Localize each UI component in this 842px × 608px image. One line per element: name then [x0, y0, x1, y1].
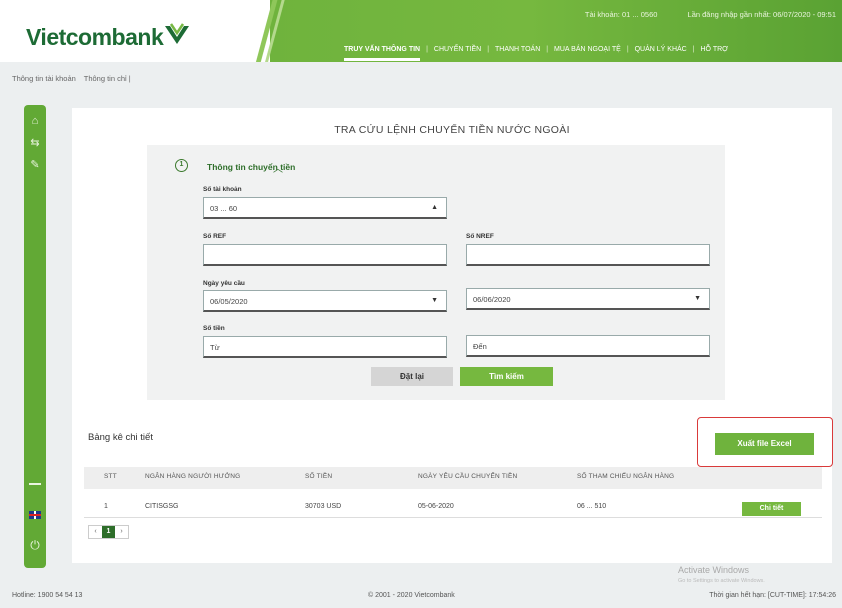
collapse-icon[interactable] [29, 483, 41, 485]
copyright: © 2001 - 2020 Vietcombank [368, 592, 455, 599]
ref-input[interactable] [203, 244, 447, 266]
caret-down-icon: ▼ [694, 295, 701, 302]
account-label: Số tài khoản [203, 186, 242, 193]
cell-date: 05-06-2020 [418, 503, 454, 510]
nav-mua-ban[interactable]: MUA BÁN NGOẠI TỆ [554, 46, 621, 53]
account-value: 03 ... 60 [210, 204, 238, 213]
section-number-icon: 1 [175, 159, 188, 172]
amount-to-placeholder: Đến [473, 342, 487, 351]
nav-ho-tro[interactable]: HỖ TRỢ [701, 46, 729, 53]
date-from-value: 06/05/2020 [210, 297, 248, 306]
header-bank: NGÂN HÀNG NGƯỜI HƯỞNG [145, 473, 241, 480]
nav-chuyen-tien[interactable]: CHUYỂN TIỀN [434, 46, 481, 53]
pager-current[interactable]: 1 [102, 526, 115, 538]
date-label: Ngày yêu cầu [203, 280, 245, 287]
vietcombank-logo-icon [165, 23, 189, 44]
reset-button[interactable]: Đặt lại [371, 367, 453, 386]
search-button[interactable]: Tìm kiếm [460, 367, 553, 386]
nav-quan-ly[interactable]: QUẢN LÝ KHÁC [635, 46, 687, 53]
pager-next[interactable]: › [115, 526, 128, 538]
cell-amount: 30703 USD [305, 503, 342, 510]
ref-label: Số REF [203, 233, 227, 240]
top-header: Vietcombank Tài khoản: 01 ... 0560 Lần đ… [0, 0, 842, 62]
header-date: NGÀY YÊU CẦU CHUYỂN TIỀN [418, 473, 518, 480]
export-excel-button[interactable]: Xuất file Excel [715, 433, 814, 455]
session-timer: Thời gian hết hạn: [CUT-TIME]: 17:54:26 [709, 592, 836, 599]
nav-truy-van[interactable]: TRUY VẤN THÔNG TIN [344, 46, 421, 61]
windows-watermark: Activate Windows [678, 565, 750, 575]
cell-stt: 1 [104, 503, 108, 510]
date-to-value: 06/06/2020 [473, 295, 511, 304]
left-sidebar: ⌂ ⇆ ✎ ⏻ [24, 105, 46, 568]
header-ref: SỐ THAM CHIẾU NGÂN HÀNG [577, 473, 675, 480]
chevron-up-icon[interactable]: ︿ [273, 160, 283, 175]
account-select[interactable]: 03 ... 60 ▲ [203, 197, 447, 219]
page-title: TRA CỨU LỆNH CHUYỂN TIỀN NƯỚC NGOÀI [334, 124, 570, 136]
pager-prev[interactable]: ‹ [89, 526, 102, 538]
hotline: Hotline: 1900 54 54 13 [12, 592, 83, 599]
header-stt: STT [104, 473, 117, 480]
brand-logo[interactable]: Vietcombank [26, 24, 164, 51]
table-title: Bảng kê chi tiết [88, 432, 153, 443]
cell-ref: 06 ... 510 [577, 503, 607, 510]
breadcrumb: Thông tin tài khoản Thông tin chỉ | [12, 74, 137, 83]
uk-flag-icon[interactable] [29, 511, 41, 519]
amount-from-input[interactable]: Từ [203, 336, 447, 358]
account-info: Tài khoản: 01 ... 0560 [584, 10, 658, 19]
caret-down-icon: ▼ [431, 297, 438, 304]
nref-input[interactable] [466, 244, 710, 266]
amount-to-input[interactable]: Đến [466, 335, 710, 357]
last-login: Lần đăng nhập gần nhất: 06/07/2020 - 09:… [687, 10, 836, 19]
nref-label: Số NREF [466, 233, 494, 240]
breadcrumb-item[interactable]: Thông tin tài khoản [12, 74, 76, 83]
user-info: Tài khoản: 01 ... 0560 Lần đăng nhập gần… [557, 10, 836, 19]
amount-from-placeholder: Từ [210, 343, 220, 352]
transfer-icon[interactable]: ⇆ [27, 135, 43, 151]
cell-bank: CITISGSG [145, 503, 179, 510]
search-form-panel [147, 145, 725, 400]
detail-button[interactable]: Chi tiết [742, 502, 801, 516]
amount-label: Số tiền [203, 325, 225, 332]
main-nav: TRUY VẤN THÔNG TIN | CHUYỂN TIỀN | THANH T… [344, 46, 729, 61]
breadcrumb-item[interactable]: Thông tin chỉ | [84, 74, 131, 83]
power-icon[interactable]: ⏻ [27, 537, 43, 553]
windows-watermark-sub: Go to Settings to activate Windows. [678, 578, 765, 584]
caret-up-icon: ▲ [431, 204, 438, 211]
header-amount: SỐ TIỀN [305, 473, 333, 480]
pagination: ‹ 1 › [88, 525, 129, 539]
date-from-select[interactable]: 06/05/2020 ▼ [203, 290, 447, 312]
nav-thanh-toan[interactable]: THANH TOÁN [495, 46, 540, 53]
home-icon[interactable]: ⌂ [27, 113, 43, 129]
tools-icon[interactable]: ✎ [27, 157, 43, 173]
date-to-select[interactable]: 06/06/2020 ▼ [466, 288, 710, 310]
